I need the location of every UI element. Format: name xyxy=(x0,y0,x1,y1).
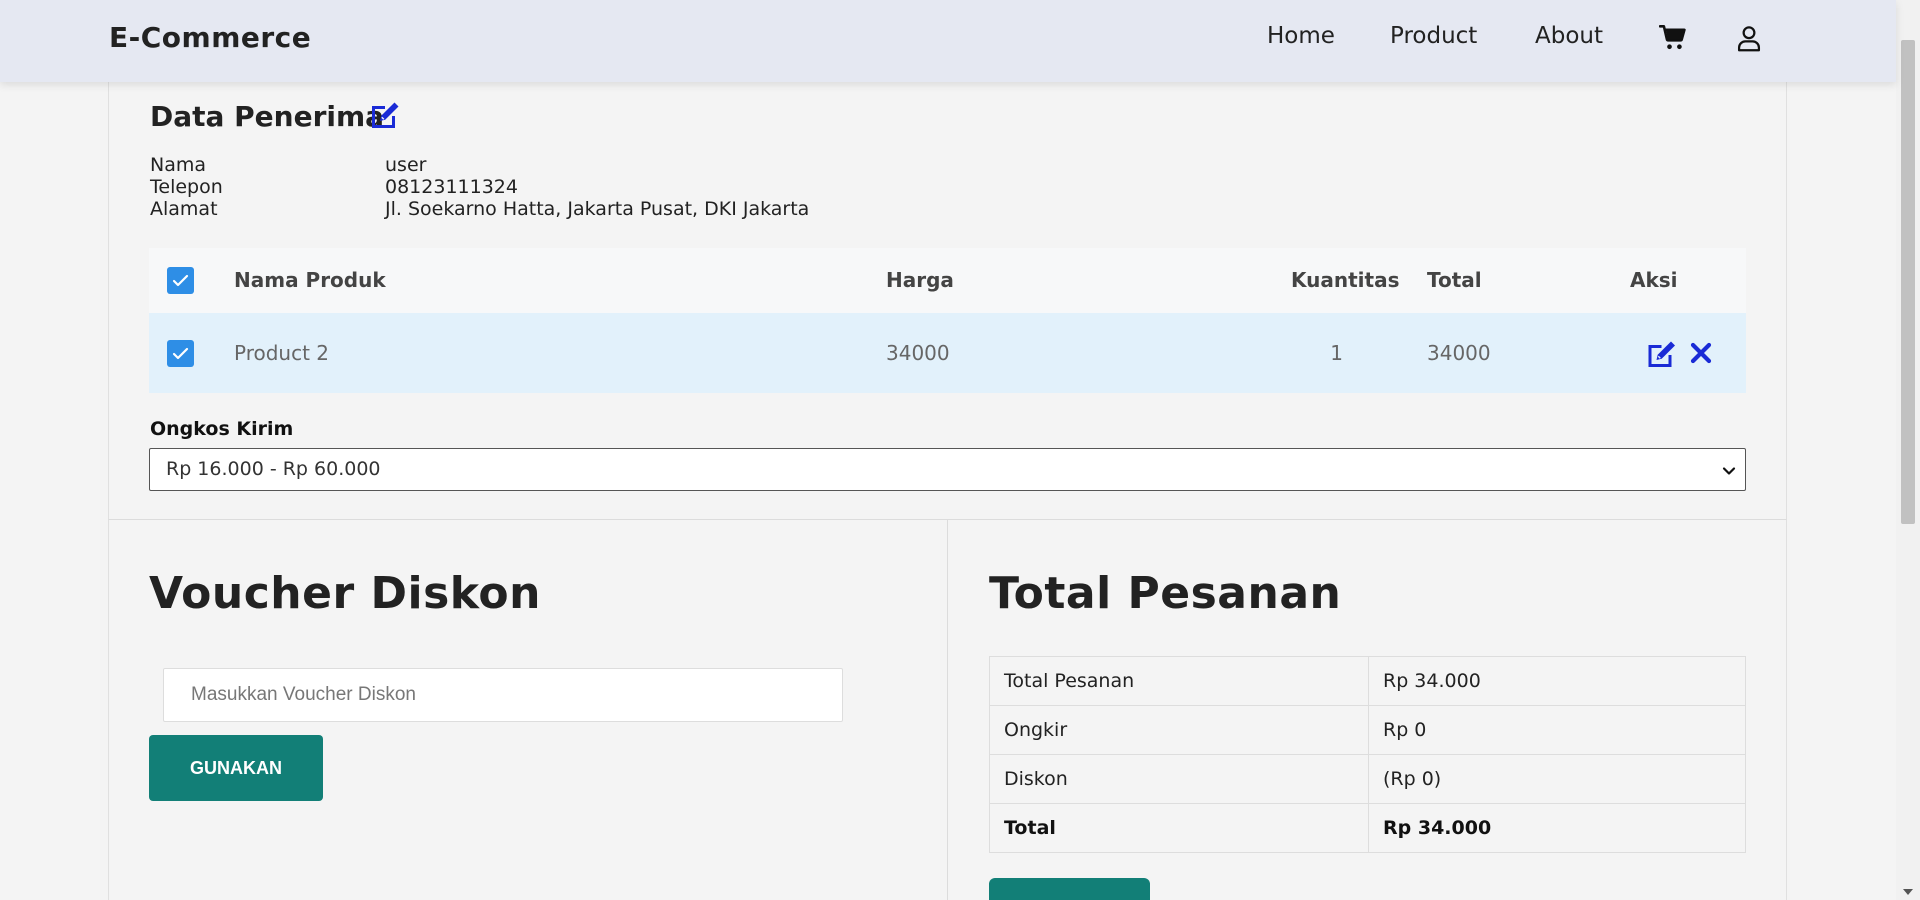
navbar: E-Commerce Home Product About xyxy=(0,0,1896,82)
recipient-address-value: Jl. Soekarno Hatta, Jakarta Pusat, DKI J… xyxy=(385,198,810,220)
scrollbar-thumb[interactable] xyxy=(1901,40,1915,524)
summary-label-discount: Diskon xyxy=(989,754,1369,804)
table-row: Diskon (Rp 0) xyxy=(989,754,1746,804)
check-icon xyxy=(172,347,189,360)
shipping-selected-value: Rp 16.000 - Rp 60.000 xyxy=(166,458,381,480)
shipping-select[interactable]: Rp 16.000 - Rp 60.000 xyxy=(149,448,1746,491)
voucher-input[interactable] xyxy=(163,668,843,722)
recipient-address-label: Alamat xyxy=(150,198,218,220)
voucher-title: Voucher Diskon xyxy=(149,568,541,619)
recipient-phone-value: 08123111324 xyxy=(385,176,518,198)
summary-value-subtotal: Rp 34.000 xyxy=(1368,656,1746,706)
column-header-action: Aksi xyxy=(1630,268,1678,292)
column-header-product: Nama Produk xyxy=(234,268,386,292)
page-scrollbar[interactable] xyxy=(1896,0,1920,900)
table-row: Total Rp 34.000 xyxy=(989,803,1746,853)
summary-value-shipping: Rp 0 xyxy=(1368,705,1746,755)
shipping-label: Ongkos Kirim xyxy=(150,418,294,440)
summary-value-total: Rp 34.000 xyxy=(1368,803,1746,853)
scroll-down-arrow-icon[interactable] xyxy=(1903,889,1913,895)
order-summary-table: Total Pesanan Rp 34.000 Ongkir Rp 0 Disk… xyxy=(989,656,1746,853)
column-header-total: Total xyxy=(1427,268,1482,292)
brand-logo[interactable]: E-Commerce xyxy=(109,21,311,54)
edit-item-icon[interactable] xyxy=(1645,339,1678,369)
nav-about-link[interactable]: About xyxy=(1535,23,1603,49)
column-header-quantity: Kuantitas xyxy=(1291,268,1400,292)
column-header-price: Harga xyxy=(886,268,954,292)
check-icon xyxy=(172,274,189,287)
row-checkbox[interactable] xyxy=(167,340,194,367)
summary-title: Total Pesanan xyxy=(989,568,1342,619)
summary-value-discount: (Rp 0) xyxy=(1368,754,1746,804)
summary-label-subtotal: Total Pesanan xyxy=(989,656,1369,706)
chevron-down-icon xyxy=(1722,467,1736,475)
recipient-name-value: user xyxy=(385,154,427,176)
recipient-phone-label: Telepon xyxy=(150,176,223,198)
nav-home-link[interactable]: Home xyxy=(1267,23,1335,49)
summary-label-total: Total xyxy=(989,803,1369,853)
apply-voucher-button[interactable]: GUNAKAN xyxy=(149,735,323,801)
recipient-title: Data Penerima xyxy=(150,100,385,133)
table-row: Ongkir Rp 0 xyxy=(989,705,1746,755)
summary-label-shipping: Ongkir xyxy=(989,705,1369,755)
row-price: 34000 xyxy=(886,341,950,365)
checkout-button[interactable] xyxy=(989,878,1150,900)
row-product-name: Product 2 xyxy=(234,341,330,365)
nav-product-link[interactable]: Product xyxy=(1390,23,1477,49)
recipient-name-label: Nama xyxy=(150,154,207,176)
table-row: Total Pesanan Rp 34.000 xyxy=(989,656,1746,706)
delete-item-icon[interactable] xyxy=(1689,341,1713,365)
user-icon[interactable] xyxy=(1735,24,1763,52)
cart-icon[interactable] xyxy=(1659,24,1687,52)
row-total: 34000 xyxy=(1427,341,1491,365)
row-quantity: 1 xyxy=(1330,341,1343,365)
edit-recipient-icon[interactable] xyxy=(369,100,401,130)
select-all-checkbox[interactable] xyxy=(167,267,194,294)
